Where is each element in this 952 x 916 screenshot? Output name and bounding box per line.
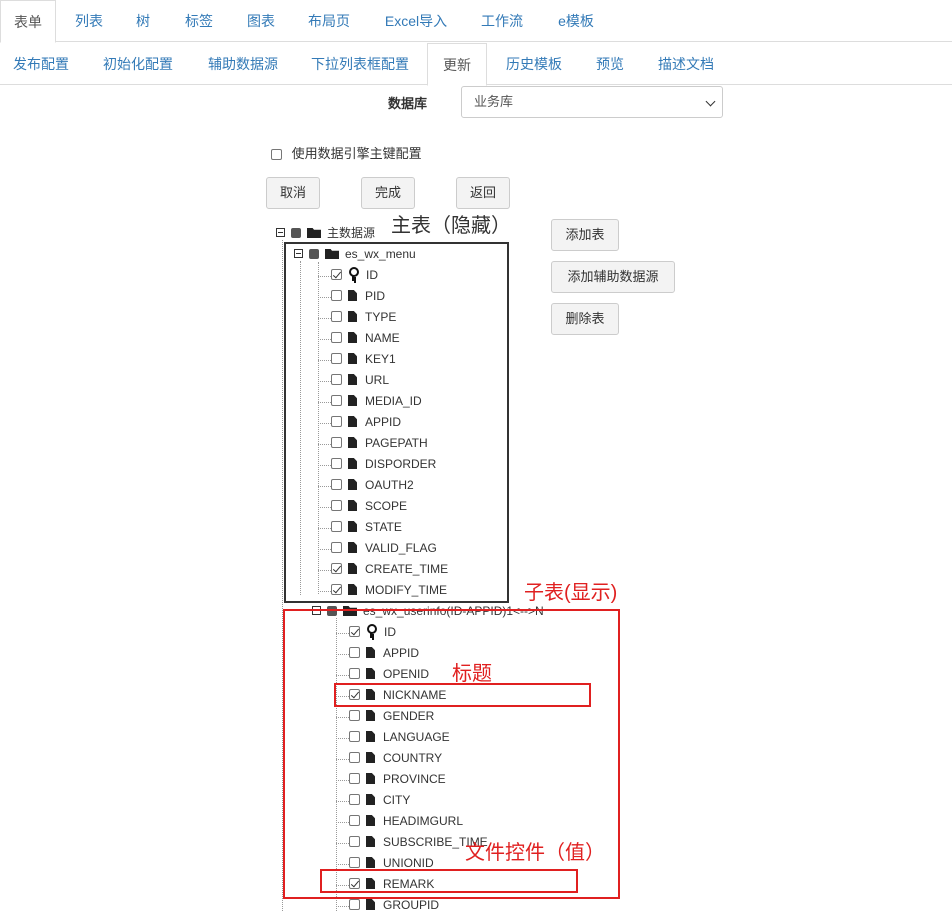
database-selected-value: 业务库 [474, 94, 514, 109]
sub-tab-7[interactable]: 描述文档 [642, 43, 730, 85]
title-annotation-box [334, 683, 591, 707]
top-tab-bar: 表单 列表树标签 图表 布局页 Excel导入 工作流 e模板 [0, 0, 952, 43]
sub-tab-1[interactable]: 初始化配置 [88, 43, 188, 85]
file-icon [366, 899, 375, 910]
sub-shown-annotation: 子表(显示) [524, 582, 618, 604]
tree-root-label: 主数据源 [327, 226, 376, 240]
tree-root-node[interactable]: 主数据源 [276, 223, 375, 244]
sub-tab-3[interactable]: 下拉列表框配置 [298, 43, 422, 85]
top-tab-1[interactable]: 列表 [61, 0, 117, 42]
sub-tab-2[interactable]: 辅助数据源 [192, 43, 294, 85]
top-tab-0[interactable]: 表单 [0, 0, 56, 43]
top-tab-4[interactable]: 图表 [230, 0, 292, 42]
sub-tab-5[interactable]: 历史模板 [490, 43, 578, 85]
add-table-button[interactable]: 添加表 [551, 219, 619, 251]
back-button[interactable]: 返回 [456, 177, 510, 209]
sub-tab-6[interactable]: 预览 [582, 43, 638, 85]
tree-connector [336, 906, 349, 907]
top-tab-8[interactable]: e模板 [540, 0, 612, 42]
use-engine-pk-label: 使用数据引擎主键配置 [291, 146, 422, 161]
database-label: 数据库 [388, 96, 428, 111]
main-hidden-annotation: 主表（隐藏） [391, 215, 511, 237]
sub-tab-4[interactable]: 更新 [427, 43, 487, 86]
file-control-annotation: 文件控件（值） [465, 842, 605, 864]
add-aux-datasource-button[interactable]: 添加辅助数据源 [551, 261, 675, 293]
sub-tab-bar: 发布配置 初始化配置 辅助数据源 下拉列表框配置 更新 历史模板 预览 描述文档 [0, 43, 952, 86]
collapse-toggle-icon[interactable] [276, 228, 285, 237]
top-tab-7[interactable]: 工作流 [468, 0, 536, 42]
field-checkbox[interactable] [349, 899, 360, 910]
main-table-annotation-box [284, 242, 509, 603]
folder-open-icon [307, 228, 321, 238]
top-tab-5[interactable]: 布局页 [300, 0, 358, 42]
title-annotation: 标题 [452, 663, 492, 685]
cancel-button[interactable]: 取消 [266, 177, 320, 209]
top-tab-3[interactable]: 标签 [170, 0, 228, 42]
field-label: GROUPID [383, 898, 440, 912]
delete-table-button[interactable]: 删除表 [551, 303, 619, 335]
top-tab-6[interactable]: Excel导入 [368, 0, 464, 42]
finish-button[interactable]: 完成 [361, 177, 415, 209]
use-engine-pk-row[interactable]: 使用数据引擎主键配置 [271, 143, 422, 162]
node-state-icon [291, 228, 301, 238]
sub-tab-0[interactable]: 发布配置 [0, 43, 82, 85]
file-control-annotation-box [320, 869, 578, 893]
top-tab-2[interactable]: 树 [118, 0, 168, 42]
use-engine-pk-checkbox[interactable] [271, 149, 282, 161]
chevron-down-icon [705, 96, 716, 107]
database-select[interactable]: 业务库 [461, 86, 723, 118]
